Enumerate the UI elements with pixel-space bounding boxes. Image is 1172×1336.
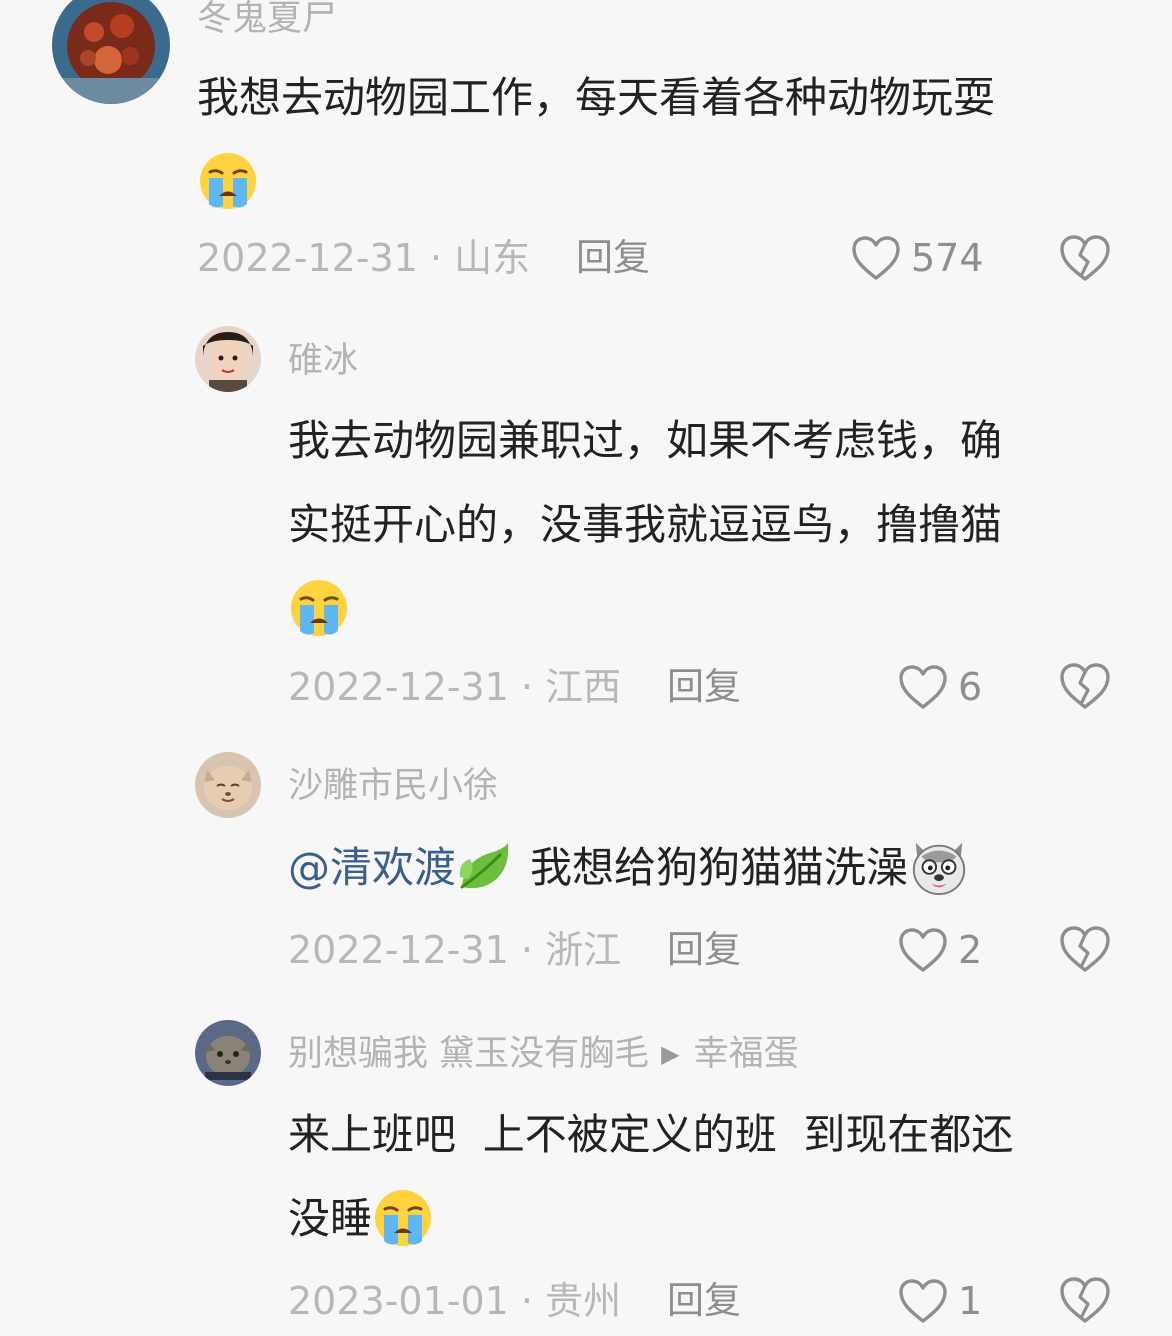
dislike-button[interactable]: [1059, 234, 1111, 282]
dislike-button[interactable]: [1059, 925, 1111, 973]
dislike-button[interactable]: [1059, 662, 1111, 710]
broken-heart-icon: [1059, 234, 1111, 282]
comment-line: 我想给狗狗猫猫洗澡: [530, 843, 909, 892]
heart-icon: [851, 235, 901, 281]
comment-line: 我去动物园兼职过，如果不考虑钱，确: [288, 416, 1003, 465]
comment-thread: 冬鬼夏尸 我想去动物园工作，每天看着各种动物玩耍 2022-12-31 · 山东…: [0, 0, 1172, 1336]
like-button[interactable]: 1: [898, 1276, 982, 1326]
comment-text: 来上班吧 上不被定义的班 到现在都还 没睡: [288, 1093, 1013, 1261]
username[interactable]: 冬鬼夏尸: [197, 2, 337, 37]
mention-link[interactable]: @清欢渡: [288, 843, 456, 892]
like-button[interactable]: 2: [898, 925, 982, 975]
comment-text: 我想去动物园工作，每天看着各种动物玩耍: [197, 56, 995, 224]
comment-date: 2022-12-31: [288, 928, 509, 972]
comment-text: @清欢渡 我想给狗狗猫猫洗澡: [288, 826, 970, 910]
username: 别想骗我 黛玉没有胸毛 ▶ 幸福蛋: [288, 1037, 799, 1072]
username-link[interactable]: 别想骗我 黛玉没有胸毛: [288, 1034, 649, 1074]
broken-heart-icon: [1059, 662, 1111, 710]
play-arrow-icon: ▶: [661, 1040, 680, 1068]
reply-button[interactable]: 回复: [667, 662, 741, 712]
avatar[interactable]: [195, 326, 261, 392]
comment-location: 浙江: [545, 928, 622, 972]
comment-line: 来上班吧 上不被定义的班 到现在都还: [288, 1110, 1014, 1159]
comment-line: 我想去动物园工作，每天看着各种动物玩耍: [197, 73, 996, 122]
like-count: 6: [958, 665, 983, 709]
dog-face-icon: [908, 836, 970, 898]
avatar[interactable]: [195, 1020, 261, 1086]
heart-icon: [898, 927, 948, 973]
reply-to-user[interactable]: 幸福蛋: [694, 1034, 799, 1074]
like-count: 574: [911, 236, 984, 280]
reply-button[interactable]: 回复: [667, 925, 741, 975]
heart-icon: [898, 664, 948, 710]
leaf-icon: [456, 839, 512, 895]
username[interactable]: 碓冰: [288, 344, 358, 379]
username[interactable]: 沙雕市民小徐: [288, 769, 498, 804]
comment-line: 实挺开心的，没事我就逗逗鸟，撸撸猫: [288, 500, 1003, 549]
dislike-button[interactable]: [1059, 1276, 1111, 1324]
crying-face-icon: [372, 1187, 434, 1249]
crying-face-icon: [288, 577, 350, 639]
crying-face-icon: [197, 150, 259, 212]
comment-text: 我去动物园兼职过，如果不考虑钱，确 实挺开心的，没事我就逗逗鸟，撸撸猫: [288, 399, 1002, 651]
broken-heart-icon: [1059, 925, 1111, 973]
reply-button[interactable]: 回复: [576, 233, 650, 283]
comment-date: 2023-01-01: [288, 1279, 509, 1323]
like-button[interactable]: 6: [898, 662, 982, 712]
comment-location: 江西: [545, 665, 622, 709]
avatar[interactable]: [52, 0, 170, 104]
comment-location: 贵州: [545, 1279, 622, 1323]
comment-date: 2022-12-31: [197, 236, 418, 280]
avatar[interactable]: [195, 752, 261, 818]
comment-location: 山东: [454, 236, 531, 280]
heart-icon: [898, 1278, 948, 1324]
like-count: 1: [958, 1279, 983, 1323]
like-count: 2: [958, 928, 983, 972]
reply-button[interactable]: 回复: [667, 1276, 741, 1326]
like-button[interactable]: 574: [851, 233, 984, 283]
broken-heart-icon: [1059, 1276, 1111, 1324]
comment-line: 没睡: [288, 1194, 373, 1243]
comment-date: 2022-12-31: [288, 665, 509, 709]
